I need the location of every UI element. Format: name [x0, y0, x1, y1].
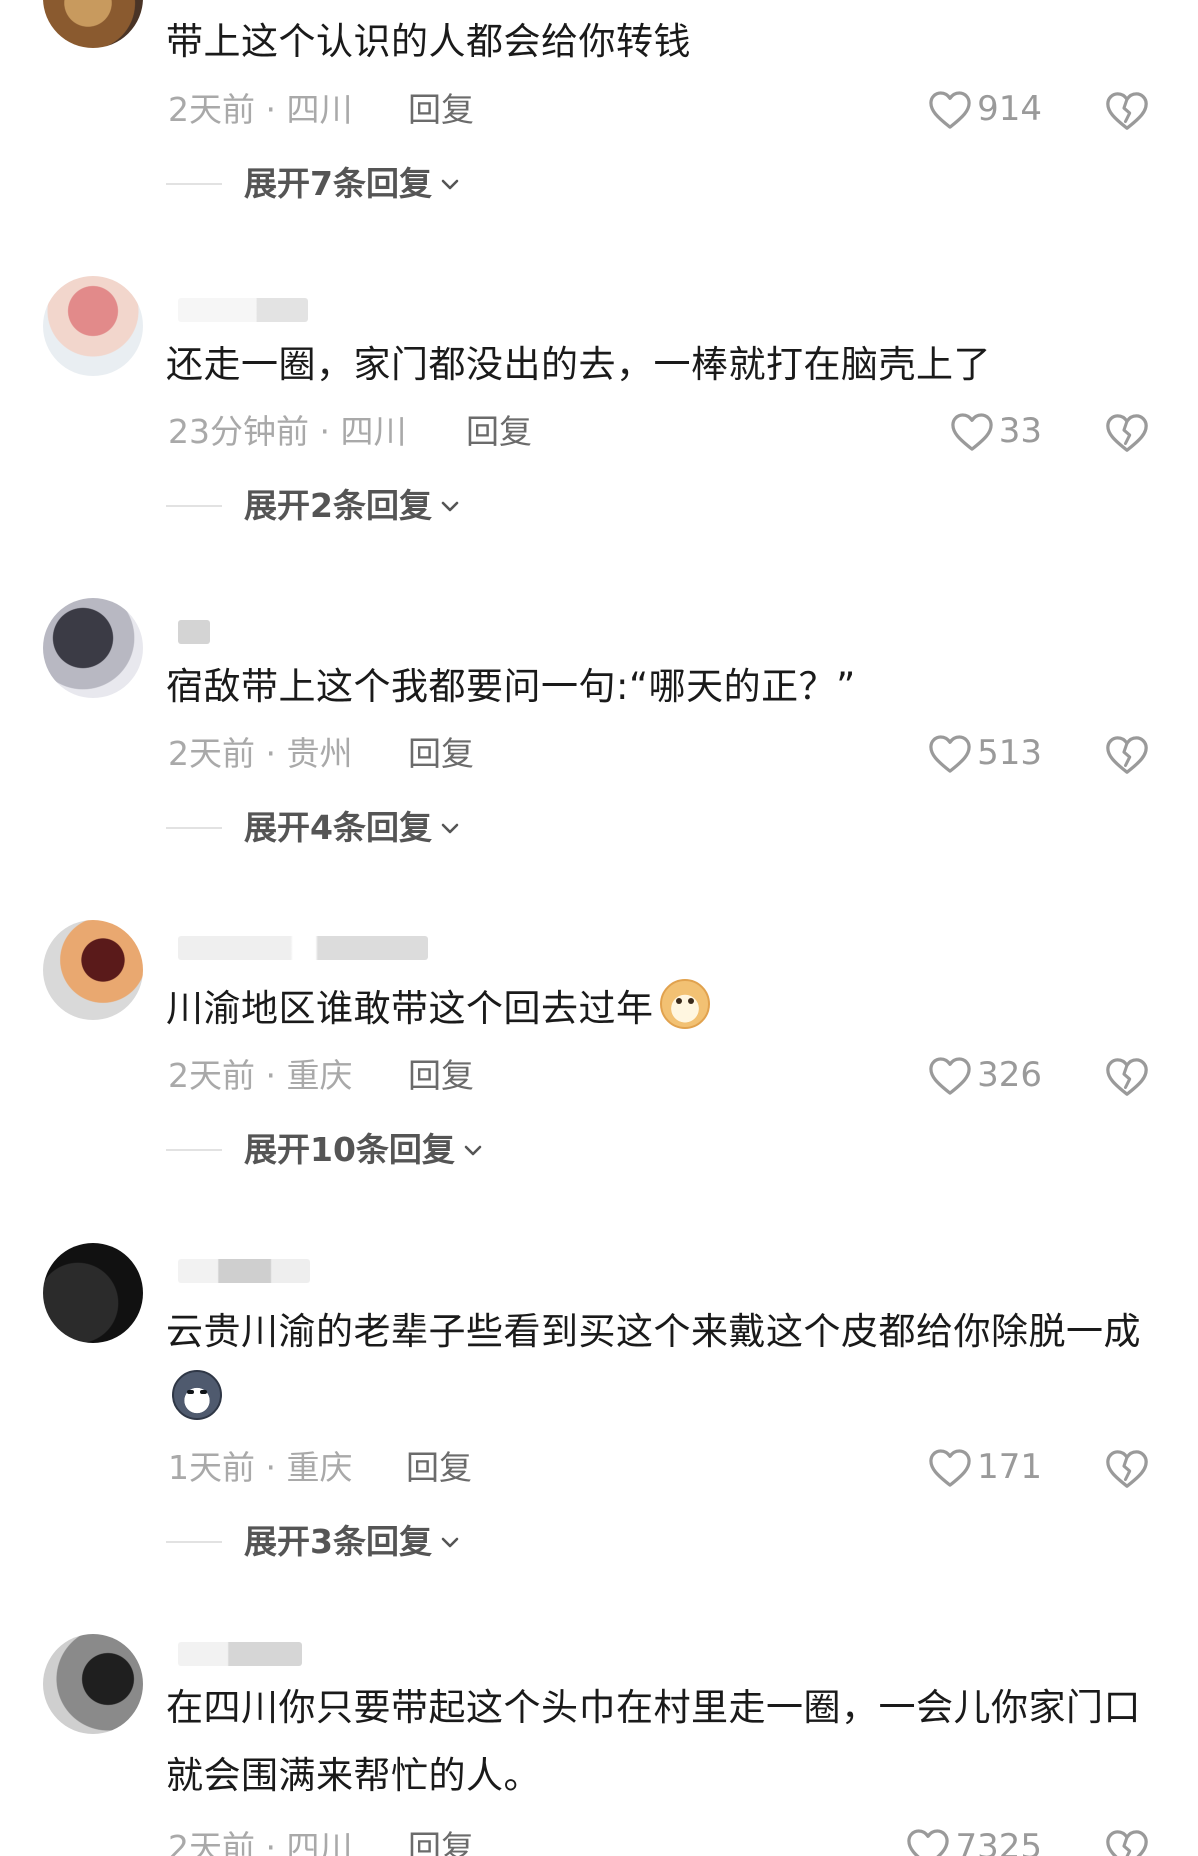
- comment-list: 带上这个认识的人都会给你转钱 2天前 · 四川 回复 914 展开7条回复 还走…: [0, 0, 1198, 1856]
- comment-text-content: 云贵川渝的老辈子些看到买这个来戴这个皮都给你除脱一成: [166, 1310, 1141, 1353]
- expand-replies-label: 展开4条回复: [244, 808, 432, 847]
- expand-replies-button[interactable]: 展开3条回复: [166, 1522, 462, 1562]
- username: [178, 298, 308, 322]
- like-count: 171: [977, 1447, 1042, 1487]
- expand-replies-label: 展开7条回复: [244, 164, 432, 203]
- comment-text: 带上这个认识的人都会给你转钱: [166, 20, 691, 63]
- chevron-down-icon: [464, 1145, 482, 1156]
- reply-button[interactable]: 回复: [408, 1056, 474, 1096]
- broken-heart-icon[interactable]: [1104, 732, 1150, 776]
- like-count: 513: [977, 733, 1042, 773]
- chevron-down-icon: [441, 1537, 459, 1548]
- heart-outline-icon: [907, 1829, 950, 1856]
- comment-text: 云贵川渝的老辈子些看到买这个来戴这个皮都给你除脱一成: [166, 1298, 1166, 1434]
- like-button[interactable]: 7325: [905, 1826, 1042, 1856]
- comment-text-content: 川渝地区谁敢带这个回去过年: [166, 987, 654, 1030]
- broken-heart-icon[interactable]: [1104, 410, 1150, 454]
- dog-emoji-icon: [659, 979, 710, 1029]
- like-count: 33: [998, 411, 1042, 451]
- like-button[interactable]: 914: [927, 88, 1042, 130]
- comment-text: 宿敌带上这个我都要问一句:“哪天的正？”: [166, 665, 856, 708]
- reply-button[interactable]: 回复: [406, 1448, 472, 1488]
- like-button[interactable]: 513: [927, 732, 1042, 774]
- comment-time-location: 2天前 · 贵州: [168, 734, 353, 773]
- comment-time-location: 1天前 · 重庆: [168, 1448, 353, 1487]
- comment-text: 在四川你只要带起这个头巾在村里走一圈，一会儿你家门口就会围满来帮忙的人。: [166, 1686, 1141, 1797]
- avatar[interactable]: [43, 1634, 143, 1734]
- comment-time-location: 2天前 · 四川: [168, 1828, 353, 1856]
- avatar[interactable]: [43, 1243, 143, 1343]
- divider: [166, 827, 222, 829]
- avatar[interactable]: [43, 0, 143, 48]
- heart-outline-icon: [929, 1057, 971, 1095]
- broken-heart-icon[interactable]: [1104, 1446, 1150, 1490]
- divider: [166, 183, 222, 185]
- like-button[interactable]: 326: [927, 1054, 1042, 1096]
- comment-time-location: 2天前 · 重庆: [168, 1056, 353, 1095]
- comment-text: 川渝地区谁敢带这个回去过年: [166, 975, 1166, 1043]
- broken-heart-icon[interactable]: [1104, 88, 1150, 132]
- divider: [166, 1149, 222, 1151]
- reply-button[interactable]: 回复: [466, 412, 532, 452]
- username: [178, 1642, 302, 1666]
- like-count: 7325: [955, 1827, 1042, 1856]
- heart-outline-icon: [929, 735, 971, 773]
- avatar[interactable]: [43, 276, 143, 376]
- expand-replies-label: 展开3条回复: [244, 1522, 432, 1561]
- username: [178, 1259, 310, 1283]
- comment-text: 还走一圈，家门都没出的去，一棒就打在脑壳上了: [166, 343, 991, 386]
- chevron-down-icon: [441, 823, 459, 834]
- avatar[interactable]: [43, 598, 143, 698]
- like-count: 326: [977, 1055, 1042, 1095]
- username: [178, 936, 428, 960]
- expand-replies-label: 展开2条回复: [244, 486, 432, 525]
- expand-replies-label: 展开10条回复: [244, 1130, 455, 1169]
- like-count: 914: [977, 89, 1042, 129]
- expand-replies-button[interactable]: 展开2条回复: [166, 486, 462, 526]
- chevron-down-icon: [441, 179, 459, 190]
- divider: [166, 505, 222, 507]
- divider: [166, 1541, 222, 1543]
- username: [178, 620, 210, 644]
- chevron-down-icon: [441, 501, 459, 512]
- reply-button[interactable]: 回复: [408, 90, 474, 130]
- avatar[interactable]: [43, 920, 143, 1020]
- expand-replies-button[interactable]: 展开7条回复: [166, 164, 462, 204]
- comment-time-location: 23分钟前 · 四川: [168, 412, 407, 451]
- broken-heart-icon[interactable]: [1104, 1054, 1150, 1098]
- expand-replies-button[interactable]: 展开4条回复: [166, 808, 462, 848]
- comment-time-location: 2天前 · 四川: [168, 90, 353, 129]
- expand-replies-button[interactable]: 展开10条回复: [166, 1130, 485, 1170]
- reply-button[interactable]: 回复: [408, 1828, 474, 1856]
- like-button[interactable]: 33: [949, 410, 1042, 452]
- heart-outline-icon: [951, 413, 993, 451]
- like-button[interactable]: 171: [927, 1446, 1042, 1488]
- husky-emoji-icon: [172, 1370, 222, 1420]
- heart-outline-icon: [929, 91, 971, 129]
- reply-button[interactable]: 回复: [408, 734, 474, 774]
- broken-heart-icon[interactable]: [1104, 1826, 1150, 1856]
- heart-outline-icon: [929, 1449, 971, 1487]
